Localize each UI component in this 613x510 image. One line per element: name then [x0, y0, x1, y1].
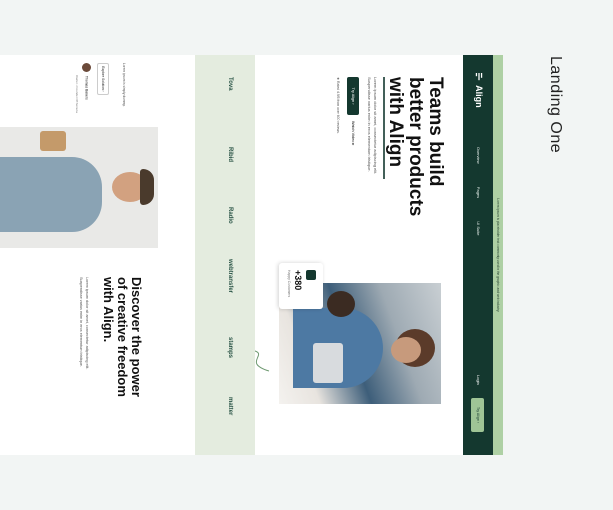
nav-link-pages[interactable]: Pages — [476, 187, 481, 198]
try-align-hero-button[interactable]: Try Align › — [347, 77, 359, 115]
person-name: Thomas Bakers — [84, 75, 89, 100]
try-align-nav-button[interactable]: Try Align › — [471, 398, 484, 432]
nav-link-overview[interactable]: Overview — [476, 147, 481, 164]
logo-ribid: Ribid — [227, 147, 233, 162]
rating-row: ★ Rated 4.9/5 from over 600 reviews. — [336, 77, 340, 134]
hero-button-label: Try Align — [351, 87, 355, 103]
hero-underline — [383, 77, 385, 179]
logo-webtransfer: webtransfer — [227, 259, 233, 294]
presentation-title: Landing One — [547, 56, 564, 154]
rating-text: Rated 4.9/5 from over 600 reviews. — [336, 81, 340, 134]
testimonial-person: Thomas Bakers — [82, 63, 91, 100]
logo-matter: matter — [227, 397, 233, 416]
explore-button-label: Explore Solution — [101, 66, 105, 90]
navbar: Align Overview Pages UI Suite Login Try … — [463, 55, 493, 455]
nav-button-label: Try Align — [476, 406, 480, 421]
announcement-banner[interactable]: Lorem ipsum is placeholder text commonly… — [493, 55, 503, 455]
hero-title-line: Teams build — [425, 77, 446, 187]
explore-solution-button[interactable]: Explore Solution › — [97, 63, 109, 95]
section-image — [0, 127, 158, 248]
logo-text: Align — [474, 85, 484, 108]
nav-links: Overview Pages UI Suite — [476, 147, 481, 258]
customers-icon — [306, 270, 316, 280]
play-icon: ▸ — [351, 143, 355, 146]
section-description: Lorem ipsum dolor sit amet, consectetur … — [79, 277, 89, 370]
presentation-canvas: Lorem ipsum is placeholder text commonly… — [0, 0, 613, 510]
nav-link-ui-suite[interactable]: UI Suite — [476, 221, 481, 235]
hero-title-line: with Align — [385, 77, 406, 168]
hero-image-shape — [313, 343, 343, 383]
stat-card: +380 Happy Customers — [279, 263, 323, 309]
star-icon: ★ — [336, 77, 340, 81]
hero-image-shape — [327, 291, 355, 317]
hero-image-shape — [391, 337, 421, 363]
section-title-line: with Align. — [101, 277, 116, 343]
hero-title-line: better products — [405, 77, 426, 217]
logo[interactable]: Align — [474, 73, 484, 108]
section-title-line: Discover the power — [129, 277, 144, 397]
logo-tova: Tova — [227, 77, 233, 91]
align-logo-icon — [475, 73, 483, 81]
announcement-text: Lorem ipsum is placeholder text commonly… — [496, 198, 500, 312]
hero-description: Lorem ipsum dolor sit amet, consectetur … — [367, 77, 378, 175]
watch-video-label: Watch Video — [351, 121, 355, 143]
person-role: Owner • Founder Of Seneca — [75, 75, 79, 113]
section-image-shape — [40, 131, 66, 151]
stat-label: Happy Customers — [287, 270, 291, 298]
section-title-line: of creative freedom — [115, 277, 130, 397]
logo-stamps: stamps — [227, 337, 233, 359]
watch-video-button[interactable]: Watch Video ▸ — [347, 121, 359, 155]
logo-strip: Tova Ribid Radio webtransfer stamps matt… — [195, 55, 255, 455]
section-image-shape — [0, 157, 102, 232]
avatar — [82, 63, 91, 72]
section-image-shape — [140, 169, 154, 205]
hero-title: Teams build better products with Align — [385, 77, 446, 227]
section-title: Discover the power of creative freedom w… — [101, 277, 144, 397]
section-small-text: Lorem ipsum is simply dummy. — [122, 63, 126, 107]
stat-value: +380 — [293, 270, 303, 291]
login-link[interactable]: Login — [476, 375, 481, 385]
logo-radio: Radio — [227, 207, 233, 224]
landing-page: Lorem ipsum is placeholder text commonly… — [0, 55, 503, 455]
